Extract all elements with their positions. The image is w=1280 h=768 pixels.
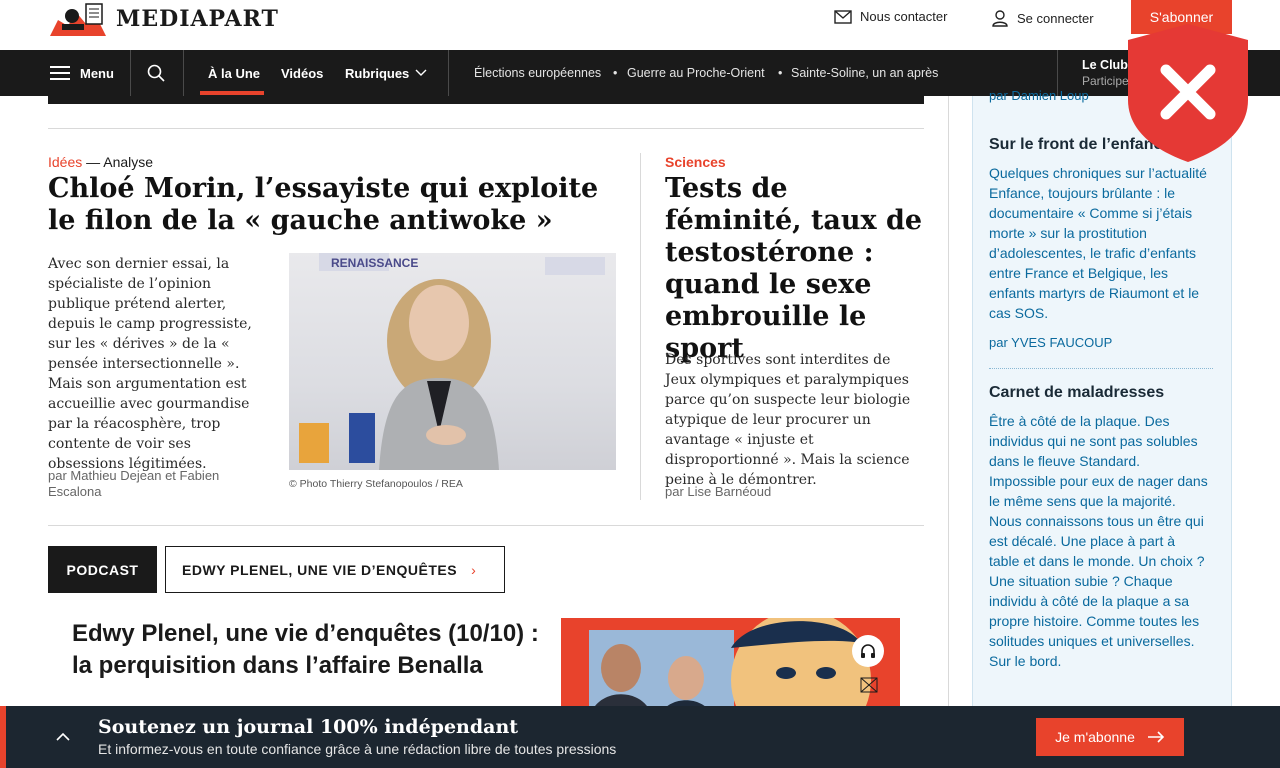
top-header: MEDIAPART Nous contacter Se connecter S'… — [0, 0, 1280, 50]
banner-title: Soutenez un journal 100% indépendant — [98, 716, 519, 738]
club-post-2-title[interactable]: Carnet de maladresses — [989, 384, 1164, 402]
photo-caption: © Photo Thierry Stefanopoulos / REA — [289, 478, 463, 490]
rail-divider — [948, 96, 949, 706]
club-nav-sub: Participe — [1082, 74, 1129, 88]
podcast-illustration[interactable] — [561, 618, 900, 713]
divider — [48, 128, 924, 129]
mail-icon — [834, 9, 852, 24]
divider — [48, 525, 924, 526]
search-button[interactable] — [147, 50, 165, 96]
club-post-1-body: Quelques chroniques sur l’actualité Enfa… — [989, 165, 1207, 321]
menu-label: Menu — [80, 65, 114, 81]
podcast-title[interactable]: Edwy Plenel, une vie d’enquêtes (10/10) … — [72, 618, 542, 682]
active-tab-indicator — [200, 91, 264, 95]
nav-divider — [448, 50, 449, 96]
chevron-right-icon: › — [471, 561, 477, 578]
article-2-category[interactable]: Sciences — [665, 154, 726, 170]
trending-bullet: • — [778, 66, 783, 80]
subscribe-cta-label: Je m'abonne — [1055, 729, 1135, 745]
login-link[interactable]: Se connecter — [991, 9, 1094, 27]
club-divider — [989, 368, 1213, 369]
article-1-lede: Avec son dernier essai, la spécialiste d… — [48, 256, 252, 472]
trending-link-elections[interactable]: Élections européennes — [474, 50, 601, 96]
logo-text: MEDIAPART — [116, 6, 279, 32]
svg-text:RENAISSANCE: RENAISSANCE — [331, 256, 418, 270]
chevron-down-icon — [415, 69, 427, 76]
search-icon — [147, 64, 165, 82]
podcast-series-label: EDWY PLENEL, UNE VIE D’ENQUÊTES — [182, 561, 458, 578]
logo-mark-icon — [48, 2, 108, 36]
top-story-band — [48, 96, 924, 104]
banner-subtitle: Et informez-vous en toute confiance grâc… — [98, 741, 617, 757]
club-top-byline[interactable]: par Damien Loup — [989, 88, 1089, 103]
article-2-byline[interactable]: par Lise Barnéoud — [665, 484, 771, 500]
article-1-type: Analyse — [103, 154, 154, 170]
article-1-category[interactable]: Idées — [48, 154, 82, 170]
hamburger-icon — [50, 66, 70, 80]
headphones-icon — [861, 644, 875, 658]
tab-rubriques[interactable]: Rubriques — [345, 50, 427, 96]
arrow-right-icon — [1147, 731, 1164, 743]
nav-divider — [130, 50, 131, 96]
article-1-title[interactable]: Chloé Morin, l’essayiste qui exploite le… — [48, 173, 623, 237]
listen-button[interactable] — [852, 635, 884, 667]
article-1-byline[interactable]: par Mathieu Dejean et Fabien Escalona — [48, 468, 258, 500]
trending-link-proche-orient[interactable]: Guerre au Proche-Orient — [627, 50, 765, 96]
chevron-up-icon — [56, 732, 70, 741]
club-nav-label[interactable]: Le Club — [1082, 58, 1128, 72]
contact-link[interactable]: Nous contacter — [834, 9, 947, 24]
tab-videos[interactable]: Vidéos — [281, 50, 323, 96]
user-icon — [992, 10, 1008, 27]
trending-link-sainte-soline[interactable]: Sainte-Soline, un an après — [791, 50, 938, 96]
contact-label: Nous contacter — [860, 9, 948, 24]
club-post-2-body: Être à côté de la plaque. Des individus … — [989, 413, 1208, 669]
subscription-banner: Soutenez un journal 100% indépendant Et … — [0, 706, 1280, 768]
login-label: Se connecter — [1017, 10, 1094, 26]
tab-rubriques-label: Rubriques — [345, 65, 410, 81]
trending-bullet: • — [613, 66, 618, 80]
kicker-separator: — — [82, 154, 104, 170]
nav-divider — [183, 50, 184, 96]
article-2-kicker: Sciences — [665, 154, 726, 170]
podcast-series-link[interactable]: EDWY PLENEL, UNE VIE D’ENQUÊTES › — [165, 546, 505, 593]
collapse-banner-button[interactable] — [56, 728, 70, 746]
article-1-kicker: Idées — Analyse — [48, 154, 153, 170]
mediapart-logo[interactable]: MEDIAPART — [48, 2, 279, 36]
article-1-photo[interactable]: RENAISSANCE — [289, 253, 616, 470]
blocker-shield-icon[interactable] — [1126, 22, 1250, 164]
banner-accent — [0, 706, 6, 768]
article-2-lede: Des sportives sont interdites de Jeux ol… — [665, 352, 911, 488]
subscribe-cta-button[interactable]: Je m'abonne — [1036, 718, 1184, 756]
column-divider — [640, 153, 641, 500]
tab-a-la-une[interactable]: À la Une — [208, 50, 260, 96]
article-2-title[interactable]: Tests de féminité, taux de testostérone … — [665, 173, 925, 365]
podcast-tag: PODCAST — [48, 546, 157, 593]
club-post-1-byline[interactable]: par YVES FAUCOUP — [989, 335, 1112, 350]
menu-button[interactable]: Menu — [50, 50, 114, 96]
